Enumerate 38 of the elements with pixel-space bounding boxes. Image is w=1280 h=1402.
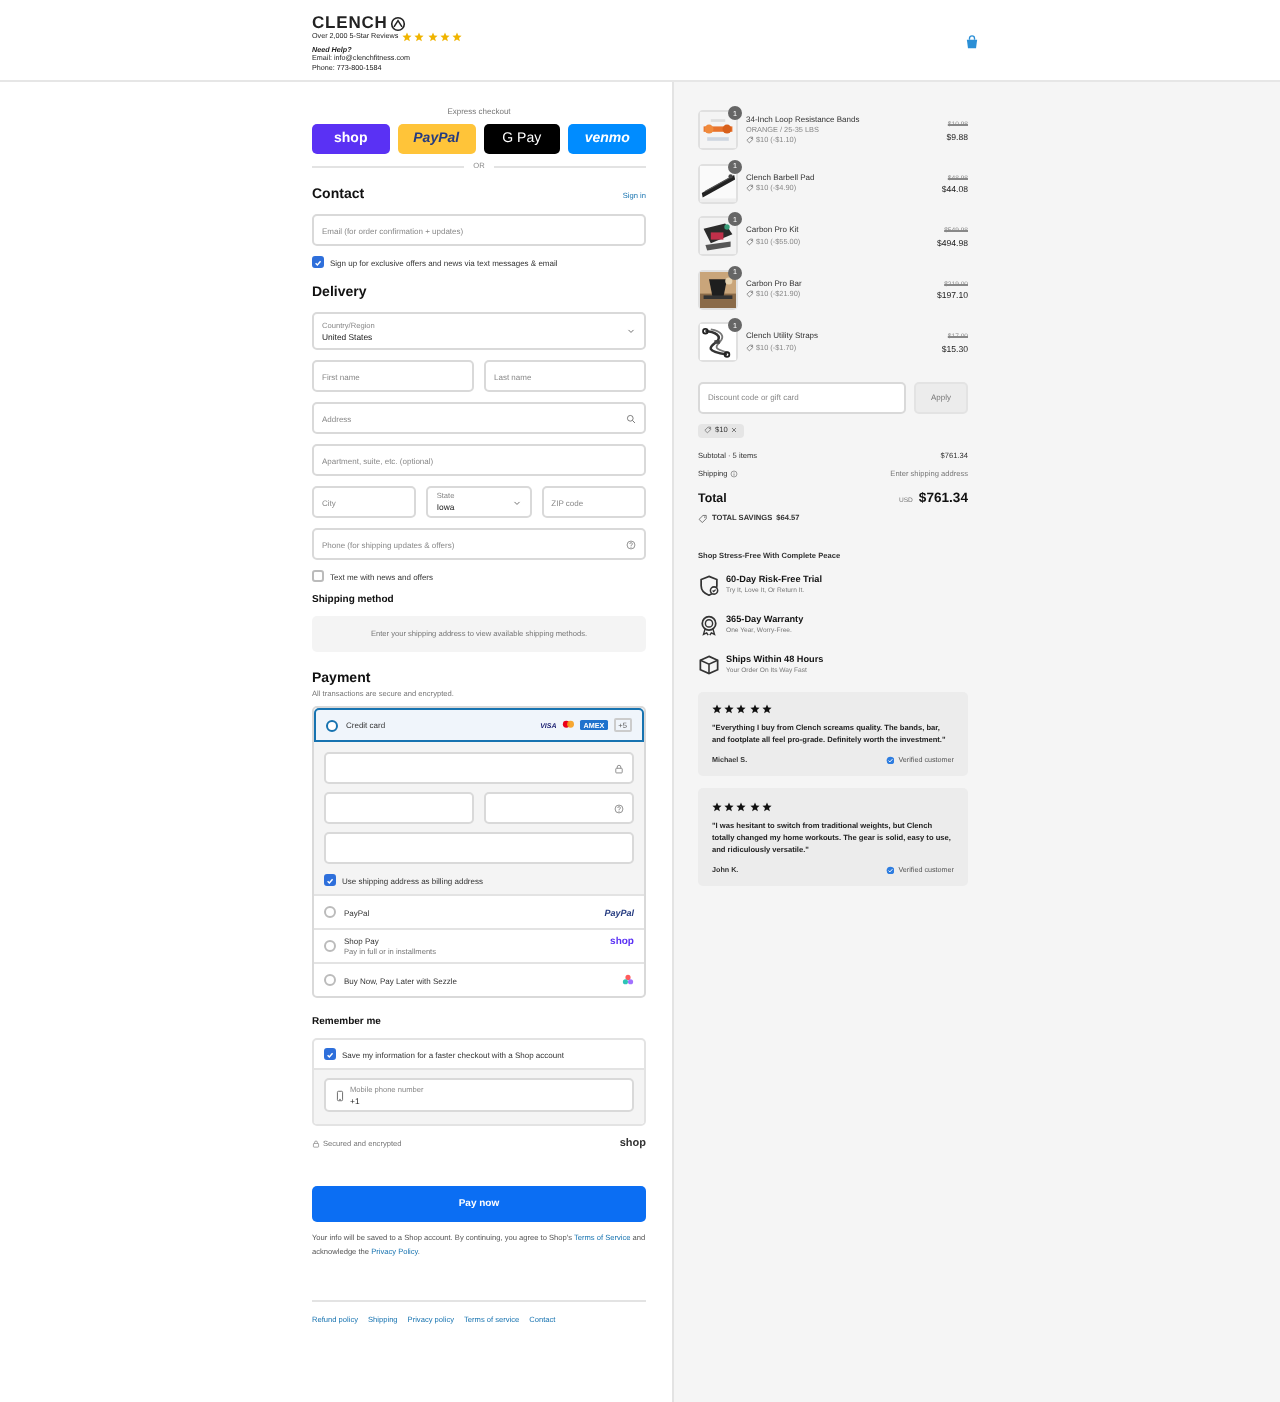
expiration-field[interactable]: [324, 792, 474, 824]
tag-icon: [746, 136, 754, 145]
tag-icon: [704, 426, 712, 434]
tag-icon: [746, 184, 754, 193]
box-icon: [698, 653, 720, 675]
checkbox[interactable]: [312, 570, 324, 582]
bag-icon: [964, 34, 980, 50]
help-icon: [626, 539, 636, 549]
sezzle-icon: [622, 974, 634, 986]
tag-icon: [746, 343, 754, 352]
security-code-field[interactable]: [484, 792, 634, 824]
tag-icon: [746, 237, 754, 246]
tag-icon: [698, 513, 708, 523]
chevron-icon: [626, 326, 636, 336]
phone-icon: [334, 1089, 346, 1101]
tag-icon: [746, 290, 754, 299]
verified-icon: [885, 865, 895, 875]
checkbox[interactable]: [312, 256, 324, 268]
logo-text: CLENCH: [312, 14, 388, 32]
checkbox[interactable]: [324, 874, 336, 886]
logo-icon: [389, 15, 406, 31]
card-number-field[interactable]: [324, 752, 634, 784]
checkbox[interactable]: [324, 1048, 336, 1060]
search-icon: [626, 413, 636, 423]
name-on-card-field[interactable]: [324, 832, 634, 864]
shield-icon: [698, 573, 720, 595]
mastercard-icon: [562, 719, 575, 731]
chevron-icon: [511, 497, 522, 507]
info-icon: [729, 469, 738, 477]
radio-button[interactable]: [324, 974, 336, 986]
help-icon: [614, 803, 624, 813]
lock-icon: [312, 1140, 320, 1148]
medal-icon: [698, 613, 720, 635]
lock-icon: [614, 763, 624, 773]
radio-button[interactable]: [326, 719, 338, 731]
verified-icon: [885, 755, 895, 765]
radio-button[interactable]: [324, 940, 336, 952]
radio-button[interactable]: [324, 906, 336, 918]
